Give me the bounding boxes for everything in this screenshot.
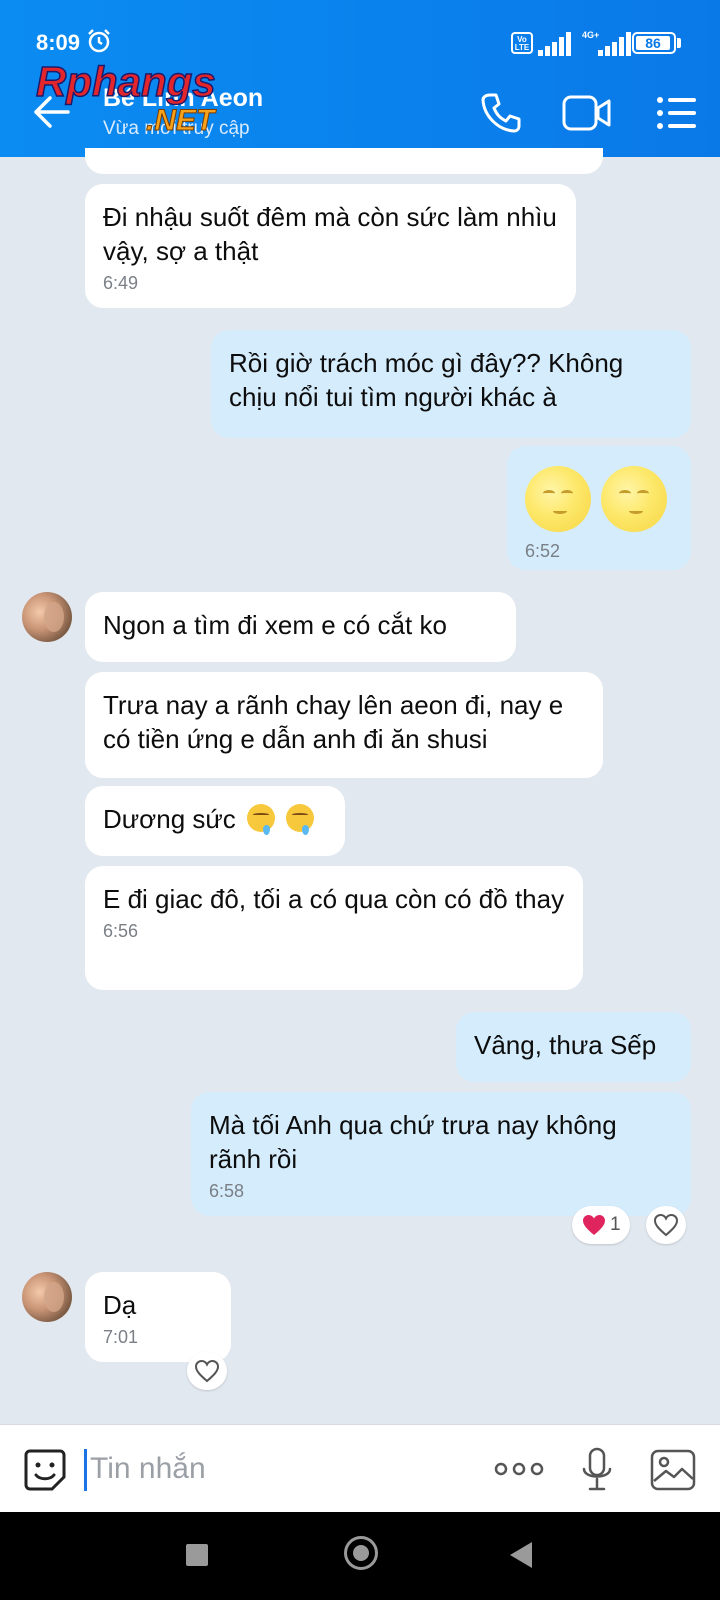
heart-outline-icon xyxy=(653,1213,679,1237)
home-icon[interactable] xyxy=(344,1536,378,1570)
message-text: Mà tối Anh qua chứ trưa nay không rãnh r… xyxy=(209,1110,617,1174)
emoji-row xyxy=(525,466,673,532)
menu-icon[interactable] xyxy=(656,96,698,130)
react-button[interactable] xyxy=(187,1352,227,1390)
heart-reaction[interactable]: 1 xyxy=(572,1206,630,1244)
contact-avatar[interactable] xyxy=(22,592,72,642)
message-bubble[interactable]: Ngon a tìm đi xem e có cắt ko xyxy=(85,592,516,662)
android-nav-bar xyxy=(0,1512,720,1600)
sly-moon-face-icon xyxy=(525,466,591,532)
more-options-icon[interactable] xyxy=(494,1457,544,1481)
recent-apps-icon[interactable] xyxy=(186,1544,208,1566)
message-text: Dương sức xyxy=(103,804,236,834)
message-bubble[interactable]: Dạ 7:01 xyxy=(85,1272,231,1362)
heart-filled-icon xyxy=(583,1215,605,1235)
video-call-icon[interactable] xyxy=(562,94,612,132)
message-composer xyxy=(0,1424,720,1512)
message-text: Trưa nay a rãnh chay lên aeon đi, nay e … xyxy=(103,690,564,754)
message-text: Dạ xyxy=(103,1290,137,1320)
message-time: 6:56 xyxy=(103,921,139,941)
message-bubble[interactable]: Trưa nay a rãnh chay lên aeon đi, nay e … xyxy=(85,672,603,778)
message-bubble[interactable]: Dương sức xyxy=(85,786,345,856)
drooling-face-icon xyxy=(247,804,276,835)
signal-icon-2 xyxy=(598,32,631,56)
heart-outline-icon xyxy=(194,1359,220,1383)
watermark-logo: Rphangs .NET xyxy=(35,58,217,138)
sticker-icon[interactable] xyxy=(22,1447,68,1493)
contact-avatar[interactable] xyxy=(22,1272,72,1322)
message-time: 6:49 xyxy=(103,273,139,293)
microphone-icon[interactable] xyxy=(580,1447,614,1493)
image-icon[interactable] xyxy=(650,1449,696,1491)
message-time: 6:58 xyxy=(209,1181,245,1201)
message-bubble[interactable]: Vâng, thưa Sếp xyxy=(456,1012,691,1082)
network-type: 4G+ xyxy=(582,30,600,40)
text-cursor xyxy=(84,1449,87,1491)
message-time: 6:52 xyxy=(525,541,561,561)
message-bubble[interactable]: Đi nhậu suốt đêm mà còn sức làm nhìu vậy… xyxy=(85,184,576,308)
message-text: Rồi giờ trách móc gì đây?? Không chịu nổ… xyxy=(229,348,624,412)
message-bubble-partial[interactable] xyxy=(85,148,603,174)
message-bubble[interactable]: Rồi giờ trách móc gì đây?? Không chịu nổ… xyxy=(211,330,691,438)
emoji-message-bubble[interactable]: 6:52 xyxy=(507,446,691,570)
reaction-count: 1 xyxy=(610,1214,621,1235)
volte-icon: Vo LTE xyxy=(511,32,533,54)
alarm-icon xyxy=(88,29,110,53)
message-text: E đi giac đô, tối a có qua còn có đồ tha… xyxy=(103,884,565,914)
chat-header: 8:09 Vo LTE 4G+ 86 Bé Linh Aeon Vừa mới … xyxy=(0,0,720,157)
sly-moon-face-icon xyxy=(601,466,667,532)
message-text: Vâng, thưa Sếp xyxy=(474,1030,657,1060)
message-bubble[interactable]: Mà tối Anh qua chứ trưa nay không rãnh r… xyxy=(191,1092,691,1216)
drooling-face-icon xyxy=(286,804,315,835)
back-triangle-icon[interactable] xyxy=(510,1542,532,1568)
status-time: 8:09 xyxy=(36,30,81,55)
battery-icon: 86 xyxy=(632,32,676,54)
message-text: Đi nhậu suốt đêm mà còn sức làm nhìu vậy… xyxy=(103,202,557,266)
svg-text:Rphangs: Rphangs xyxy=(36,58,216,105)
message-bubble[interactable]: E đi giac đô, tối a có qua còn có đồ tha… xyxy=(85,866,583,990)
svg-text:.NET: .NET xyxy=(146,104,217,137)
message-time: 7:01 xyxy=(103,1327,139,1347)
message-input[interactable] xyxy=(90,1445,470,1493)
phone-icon[interactable] xyxy=(478,90,524,136)
react-button[interactable] xyxy=(646,1206,686,1244)
message-text: Ngon a tìm đi xem e có cắt ko xyxy=(103,610,447,640)
battery-level: 86 xyxy=(645,35,661,51)
signal-icon xyxy=(538,32,571,56)
